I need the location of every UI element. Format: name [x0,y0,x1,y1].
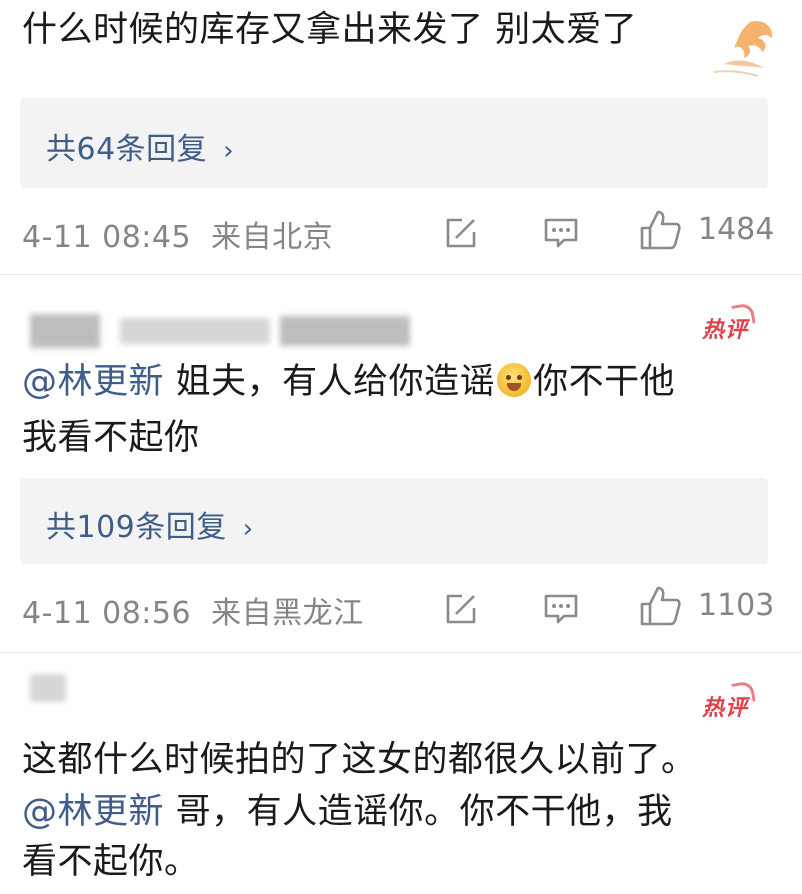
divider [0,274,802,275]
comment-text: @林更新 姐夫，有人给你造谣 你不干他 [22,354,782,410]
comment-text-segment: 你不干他 [533,362,676,402]
divider [0,652,802,653]
cold-sweat-face-emoji [497,363,532,397]
blurred-avatar [30,674,66,702]
comment-text: 这都什么时候拍的了这女的都很久以前了。 [22,740,697,780]
like-count: 1103 [698,588,775,623]
comment-text: 我看不起你 [22,418,200,458]
reply-preview-box[interactable]: 共109条回复 › [20,478,768,564]
share-icon[interactable] [442,590,480,628]
phoenix-icon [713,20,773,77]
hot-comment-badge: 热评 [702,690,748,722]
comment-time: 4-11 08:45 [22,220,192,255]
comment-location: 来自北京 [211,220,334,255]
comment-timestamp: 4-11 08:45 来自北京 [22,212,333,256]
comment-time: 4-11 08:56 [22,596,192,631]
comment-text: @林更新 哥，有人造谣你。你不干他，我 [22,784,782,840]
view-replies-link[interactable]: 共64条回复 › [46,124,234,168]
thumbs-up-icon[interactable] [638,584,682,628]
like-count: 1484 [698,212,775,247]
comment-icon[interactable] [542,590,580,628]
chevron-right-icon: › [223,136,235,166]
share-icon[interactable] [442,214,480,252]
comment-feed: 什么时候的库存又拿出来发了 别太爱了 共64条回复 › 4-11 08:45 来自… [0,0,802,894]
hot-comment-badge: 热评 [702,312,748,344]
thumbs-up-icon[interactable] [638,208,682,252]
user-mention-link[interactable]: @林更新 [22,362,164,402]
chevron-right-icon: › [242,514,254,544]
comment-icon[interactable] [542,214,580,252]
comment-meta-row: 4-11 08:56 来自黑龙江 1103 [0,578,802,638]
blurred-username [280,316,410,346]
user-mention-link[interactable]: @林更新 [22,792,164,832]
comment-timestamp: 4-11 08:56 来自黑龙江 [22,588,364,632]
comment-text-segment: 哥，有人造谣你。你不干他，我 [164,792,673,832]
comment-text: 看不起你。 [22,842,200,882]
blurred-username [30,314,100,348]
view-replies-link[interactable]: 共109条回复 › [46,502,254,546]
comment-meta-row: 4-11 08:45 来自北京 1484 [0,202,802,262]
comment-text: 什么时候的库存又拿出来发了 别太爱了 [22,10,638,50]
comment-location: 来自黑龙江 [211,596,364,631]
reply-preview-box[interactable]: 共64条回复 › [20,98,768,188]
comment-text-segment: 姐夫，有人给你造谣 [164,362,496,402]
blurred-username [120,318,270,344]
